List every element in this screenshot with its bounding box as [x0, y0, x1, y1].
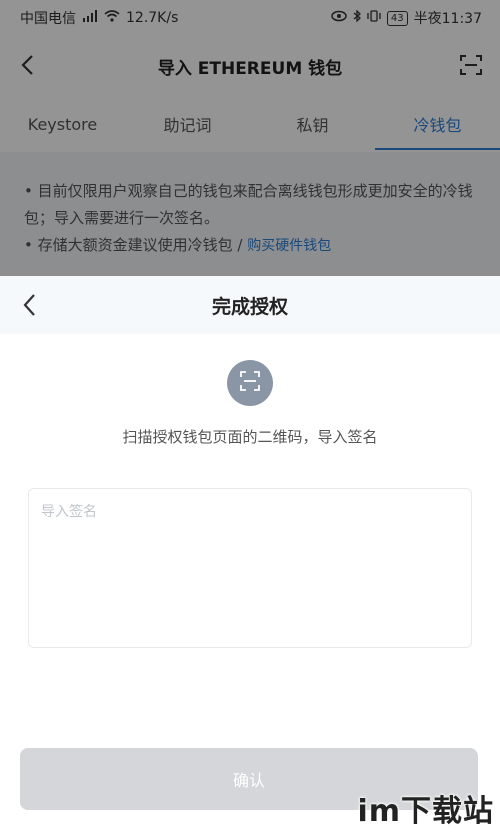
sheet-title: 完成授权	[211, 295, 288, 318]
scan-icon	[239, 370, 261, 396]
scan-button[interactable]	[227, 360, 273, 406]
scan-hint-text: 扫描授权钱包页面的二维码，导入签名	[122, 428, 378, 446]
sheet-back-arrow-icon[interactable]	[14, 290, 44, 320]
authorization-sheet: 完成授权 扫描授权钱包页面的二维码，导入签名 确认	[0, 276, 500, 832]
dim-overlay[interactable]	[0, 0, 500, 276]
watermark-logo: im下载站	[357, 794, 494, 829]
signature-input[interactable]	[28, 488, 472, 648]
sheet-header: 完成授权	[0, 276, 500, 334]
